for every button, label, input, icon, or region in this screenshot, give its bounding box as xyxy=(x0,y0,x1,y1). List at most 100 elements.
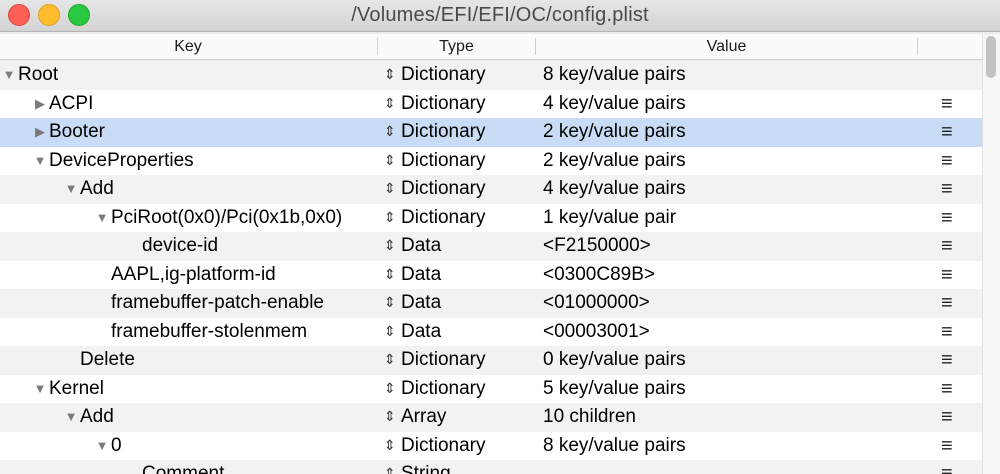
plist-row[interactable]: Delete ⇕ Dictionary 0 key/value pairs ≡ xyxy=(0,346,982,375)
row-menu-icon[interactable]: ≡ xyxy=(941,349,953,372)
row-type[interactable]: Data xyxy=(401,292,441,314)
row-key[interactable]: 0 xyxy=(111,435,122,457)
row-menu-icon[interactable]: ≡ xyxy=(941,235,953,258)
disclosure-collapsed-icon[interactable]: ▶ xyxy=(33,125,47,139)
row-value[interactable]: <0300C89B> xyxy=(543,264,655,286)
row-menu-icon[interactable]: ≡ xyxy=(941,207,953,230)
row-type[interactable]: Dictionary xyxy=(401,207,485,229)
row-key[interactable]: framebuffer-patch-enable xyxy=(111,292,324,314)
disclosure-expanded-icon[interactable]: ▼ xyxy=(33,153,47,168)
row-key[interactable]: device-id xyxy=(142,235,218,257)
row-key[interactable]: DeviceProperties xyxy=(49,150,194,172)
type-stepper-icon[interactable]: ⇕ xyxy=(384,323,396,340)
row-key[interactable]: Kernel xyxy=(49,378,104,400)
plist-row[interactable]: ▼ Root ⇕ Dictionary 8 key/value pairs xyxy=(0,61,982,90)
type-stepper-icon[interactable]: ⇕ xyxy=(384,123,396,140)
type-stepper-icon[interactable]: ⇕ xyxy=(384,237,396,254)
row-menu-icon[interactable]: ≡ xyxy=(941,121,953,144)
row-value[interactable]: 2 key/value pairs xyxy=(543,121,686,143)
row-value[interactable]: 1 key/value pair xyxy=(543,207,676,229)
plist-row[interactable]: ▼ Add ⇕ Dictionary 4 key/value pairs ≡ xyxy=(0,175,982,204)
type-stepper-icon[interactable]: ⇕ xyxy=(384,180,396,197)
disclosure-collapsed-icon[interactable]: ▶ xyxy=(33,96,47,111)
row-type[interactable]: Data xyxy=(401,321,441,343)
plist-row[interactable]: framebuffer-stolenmem ⇕ Data <00003001> ≡ xyxy=(0,318,982,347)
plist-outline-view[interactable]: ▼ Root ⇕ Dictionary 8 key/value pairs ▶ ACPI ⇕ D… xyxy=(0,61,982,474)
row-menu-icon[interactable]: ≡ xyxy=(941,463,953,474)
disclosure-expanded-icon[interactable]: ▼ xyxy=(64,182,78,196)
row-value[interactable]: 4 key/value pairs xyxy=(543,178,686,200)
row-menu-icon[interactable]: ≡ xyxy=(941,93,953,116)
type-stepper-icon[interactable]: ⇕ xyxy=(384,437,396,454)
row-key[interactable]: Add xyxy=(80,178,114,200)
row-key[interactable]: ACPI xyxy=(49,93,93,115)
row-type[interactable]: Data xyxy=(401,235,441,257)
row-type[interactable]: Dictionary xyxy=(401,64,485,86)
plist-row[interactable]: ▼ Kernel ⇕ Dictionary 5 key/value pairs ≡ xyxy=(0,375,982,404)
disclosure-expanded-icon[interactable]: ▼ xyxy=(2,68,16,82)
disclosure-expanded-icon[interactable]: ▼ xyxy=(95,438,109,453)
row-type[interactable]: Dictionary xyxy=(401,150,485,172)
row-menu-icon[interactable]: ≡ xyxy=(941,378,953,401)
row-key[interactable]: PciRoot(0x0)/Pci(0x1b,0x0) xyxy=(111,207,342,229)
row-type[interactable]: Dictionary xyxy=(401,93,485,115)
row-value[interactable]: 8 key/value pairs xyxy=(543,64,686,86)
plist-row[interactable]: ▼ Add ⇕ Array 10 children ≡ xyxy=(0,403,982,432)
scrollbar-thumb[interactable] xyxy=(986,36,996,78)
row-type[interactable]: Dictionary xyxy=(401,435,485,457)
plist-row[interactable]: Comment ⇕ String ≡ xyxy=(0,460,982,474)
column-header-value[interactable]: Value xyxy=(536,38,917,56)
row-value[interactable]: <00003001> xyxy=(543,321,650,343)
plist-row[interactable]: ▼ 0 ⇕ Dictionary 8 key/value pairs ≡ xyxy=(0,432,982,461)
row-key[interactable]: framebuffer-stolenmem xyxy=(111,321,307,343)
row-menu-icon[interactable]: ≡ xyxy=(941,406,953,429)
type-stepper-icon[interactable]: ⇕ xyxy=(384,408,396,425)
plist-row[interactable]: device-id ⇕ Data <F2150000> ≡ xyxy=(0,232,982,261)
type-stepper-icon[interactable]: ⇕ xyxy=(384,380,396,397)
row-value[interactable]: 8 key/value pairs xyxy=(543,435,686,457)
row-value[interactable]: 10 children xyxy=(543,406,636,428)
row-key[interactable]: Root xyxy=(18,64,58,86)
row-value[interactable]: 0 key/value pairs xyxy=(543,349,686,371)
row-key[interactable]: AAPL,ig-platform-id xyxy=(111,264,276,286)
row-key[interactable]: Booter xyxy=(49,121,105,143)
row-type[interactable]: Dictionary xyxy=(401,121,485,143)
disclosure-expanded-icon[interactable]: ▼ xyxy=(64,410,78,424)
row-value[interactable]: <01000000> xyxy=(543,292,650,314)
row-type[interactable]: Data xyxy=(401,264,441,286)
vertical-scrollbar[interactable] xyxy=(982,34,1000,474)
row-type[interactable]: Dictionary xyxy=(401,349,485,371)
plist-row[interactable]: framebuffer-patch-enable ⇕ Data <01000000> ≡ xyxy=(0,289,982,318)
row-menu-icon[interactable]: ≡ xyxy=(941,321,953,344)
row-menu-icon[interactable]: ≡ xyxy=(941,178,953,201)
plist-row[interactable]: ▶ ACPI ⇕ Dictionary 4 key/value pairs ≡ xyxy=(0,90,982,119)
row-key[interactable]: Comment xyxy=(142,463,224,474)
row-menu-icon[interactable]: ≡ xyxy=(941,150,953,173)
type-stepper-icon[interactable]: ⇕ xyxy=(384,95,396,112)
column-header-key[interactable]: Key xyxy=(0,38,376,56)
row-menu-icon[interactable]: ≡ xyxy=(941,435,953,458)
type-stepper-icon[interactable]: ⇕ xyxy=(384,294,396,311)
type-stepper-icon[interactable]: ⇕ xyxy=(384,66,396,83)
row-value[interactable]: 5 key/value pairs xyxy=(543,378,686,400)
row-type[interactable]: Dictionary xyxy=(401,378,485,400)
plist-row[interactable]: ▼ PciRoot(0x0)/Pci(0x1b,0x0) ⇕ Dictionary 1 … xyxy=(0,204,982,233)
plist-row[interactable]: ▶ Booter ⇕ Dictionary 2 key/value pairs ≡ xyxy=(0,118,982,147)
type-stepper-icon[interactable]: ⇕ xyxy=(384,351,396,368)
row-key[interactable]: Delete xyxy=(80,349,135,371)
type-stepper-icon[interactable]: ⇕ xyxy=(384,152,396,169)
column-divider[interactable] xyxy=(917,38,918,55)
row-key[interactable]: Add xyxy=(80,406,114,428)
plist-row[interactable]: ▼ DeviceProperties ⇕ Dictionary 2 key/value … xyxy=(0,147,982,176)
row-value[interactable]: <F2150000> xyxy=(543,235,651,257)
disclosure-expanded-icon[interactable]: ▼ xyxy=(95,210,109,225)
row-value[interactable]: 4 key/value pairs xyxy=(543,93,686,115)
plist-row[interactable]: AAPL,ig-platform-id ⇕ Data <0300C89B> ≡ xyxy=(0,261,982,290)
type-stepper-icon[interactable]: ⇕ xyxy=(384,465,396,474)
row-menu-icon[interactable]: ≡ xyxy=(941,264,953,287)
row-type[interactable]: Array xyxy=(401,406,446,428)
row-menu-icon[interactable]: ≡ xyxy=(941,292,953,315)
row-type[interactable]: Dictionary xyxy=(401,178,485,200)
type-stepper-icon[interactable]: ⇕ xyxy=(384,209,396,226)
type-stepper-icon[interactable]: ⇕ xyxy=(384,266,396,283)
